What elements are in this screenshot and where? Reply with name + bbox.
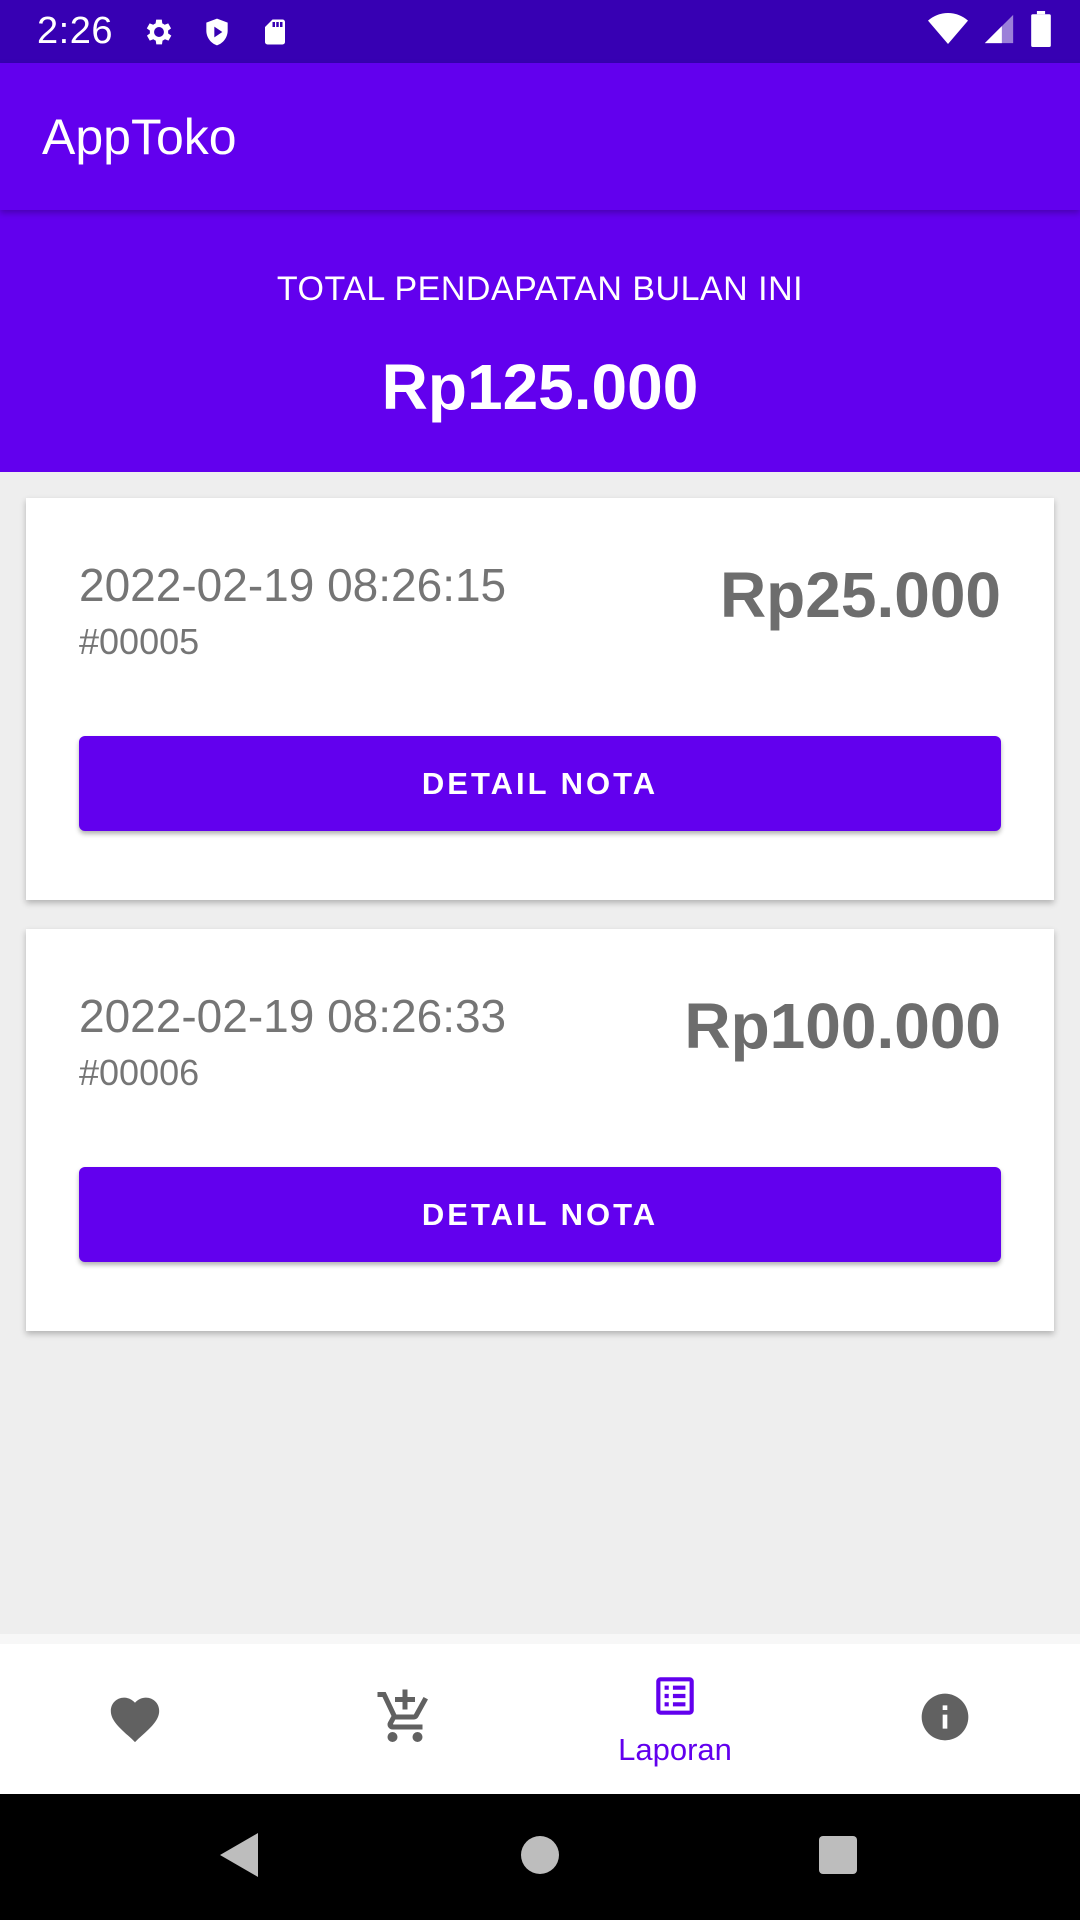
home-button[interactable] [480, 1794, 600, 1920]
signal-icon [982, 12, 1016, 51]
revenue-label: TOTAL PENDAPATAN BULAN INI [276, 270, 804, 308]
heart-icon [106, 1690, 164, 1749]
battery-icon [1030, 11, 1052, 52]
recents-button[interactable] [778, 1794, 898, 1920]
home-circle-icon [520, 1835, 560, 1880]
nav-item-favorites[interactable] [0, 1644, 270, 1794]
gear-icon [141, 14, 177, 50]
report-list-icon [650, 1671, 700, 1726]
transaction-card: 2022-02-19 08:26:15 #00005 Rp25.000 DETA… [26, 498, 1054, 900]
system-navigation-bar [0, 1794, 1080, 1920]
back-button[interactable] [180, 1794, 300, 1920]
add-cart-icon [375, 1687, 435, 1752]
nav-item-add-cart[interactable] [270, 1644, 540, 1794]
status-right-group [928, 0, 1052, 63]
revenue-value: Rp125.000 [381, 351, 699, 423]
detail-nota-button[interactable]: DETAIL NOTA [79, 1167, 1001, 1262]
transaction-amount: Rp100.000 [684, 990, 1001, 1062]
transaction-amount: Rp25.000 [719, 559, 1001, 631]
app-bar: AppToko [0, 63, 1080, 210]
status-bar: 2:26 [0, 0, 1080, 63]
nav-item-info[interactable] [810, 1644, 1080, 1794]
bottom-navigation: Laporan [0, 1634, 1080, 1794]
back-triangle-icon [218, 1831, 262, 1884]
sd-card-icon [257, 14, 293, 50]
transaction-id: #00006 [79, 1052, 200, 1093]
transaction-datetime: 2022-02-19 08:26:15 [79, 559, 507, 611]
transaction-id: #00005 [79, 621, 200, 662]
transaction-card: 2022-02-19 08:26:33 #00006 Rp100.000 DET… [26, 929, 1054, 1331]
revenue-summary: TOTAL PENDAPATAN BULAN INI Rp125.000 [0, 210, 1080, 472]
nav-item-laporan[interactable]: Laporan [540, 1644, 810, 1794]
shield-icon [199, 14, 235, 50]
app-title: AppToko [42, 108, 237, 165]
detail-nota-button[interactable]: DETAIL NOTA [79, 736, 1001, 831]
info-icon [917, 1689, 973, 1750]
status-time: 2:26 [37, 10, 113, 52]
wifi-icon [928, 12, 968, 51]
screen: 2:26 AppToko TOTAL PENDAPATAN BULAN INI [0, 0, 1080, 1920]
recents-square-icon [818, 1835, 858, 1880]
nav-label-laporan: Laporan [618, 1731, 732, 1767]
transaction-datetime: 2022-02-19 08:26:33 [79, 990, 507, 1042]
